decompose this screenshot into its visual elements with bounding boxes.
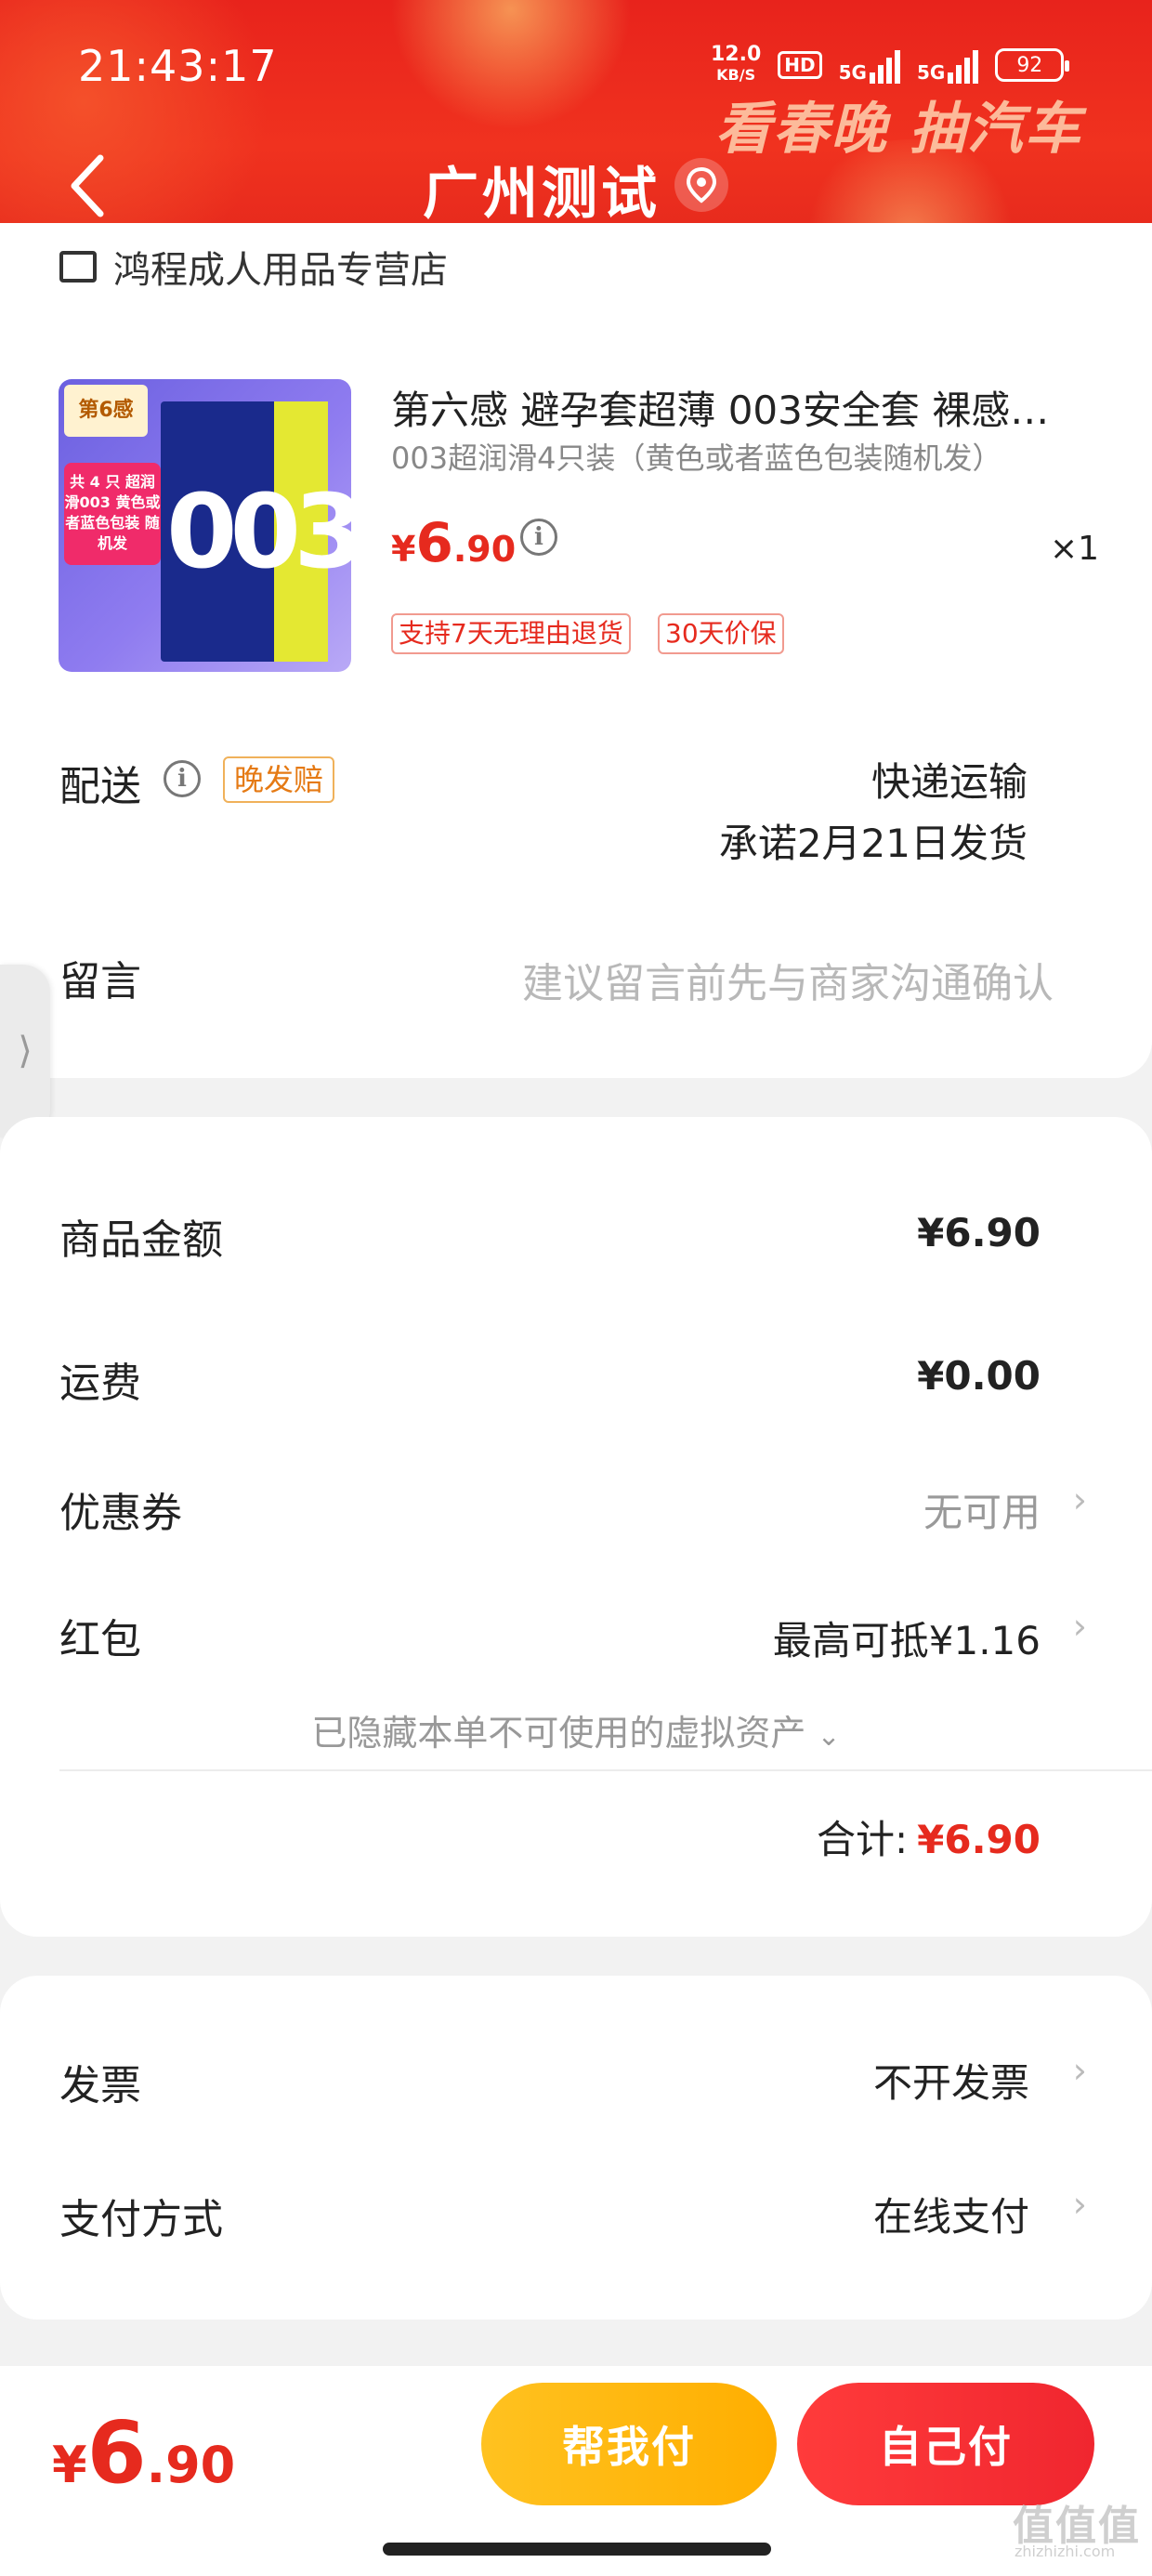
checkout-price: ¥ 6 .90 <box>52 2403 236 2503</box>
late-compensation-badge: 晚发赔 <box>223 756 335 803</box>
product-quantity: ×1 <box>1050 530 1100 568</box>
chevron-down-icon: ⌄ <box>817 1720 841 1753</box>
checkout-bar: ¥ 6 .90 帮我付 自己付 值值值 zhizhizhi.com <box>0 2366 1152 2576</box>
goods-amount-value: ¥6.90 <box>917 1210 1041 1255</box>
payment-method-value[interactable]: 在线支付 <box>873 2186 1029 2242</box>
divider <box>59 1769 1152 1771</box>
invoice-label: 发票 <box>59 2062 141 2109</box>
side-drawer-handle[interactable]: ⟩ <box>0 965 50 1137</box>
page-title: 广州测试 <box>423 162 661 227</box>
status-icons: 12.0 KB/S HD 5G 5G 92 <box>711 43 1070 85</box>
back-button[interactable] <box>61 149 117 223</box>
delivery-label: 配送 <box>59 763 141 810</box>
network-speed: 12.0 KB/S <box>711 43 762 85</box>
location-button[interactable] <box>674 158 728 212</box>
product-spec[interactable]: 003超润滑4只装（黄色或者蓝色包装随机发） <box>391 435 1001 478</box>
back-chevron-icon <box>71 154 104 217</box>
product-number: 003 <box>166 472 351 591</box>
product-box: 003 <box>161 401 351 662</box>
store-name: 鸿程成人用品专营店 <box>113 249 448 292</box>
product-price: ¥ 6 .90 <box>391 511 517 574</box>
status-time: 21:43:17 <box>78 41 278 91</box>
brand-logo: 第6感 <box>64 385 148 437</box>
redpacket-label: 红包 <box>59 1616 141 1663</box>
product-image[interactable]: 第6感 共 4 只 超润滑003 黄色或者蓝色包装 随机发 003 <box>59 379 351 672</box>
location-pin-icon <box>686 166 717 204</box>
hidden-assets-toggle[interactable]: 已隐藏本单不可使用的虚拟资产 ⌄ <box>0 1704 1152 1755</box>
order-total: 合计: ¥6.90 <box>817 1808 1041 1865</box>
store-header[interactable]: 鸿程成人用品专营店 <box>59 240 448 294</box>
delivery-promise: 承诺2月21日发货 <box>718 821 1028 866</box>
battery-icon: 92 <box>995 48 1070 82</box>
self-pay-button[interactable]: 自己付 <box>797 2383 1094 2505</box>
store-icon <box>59 251 97 283</box>
return-policy-tag: 支持7天无理由退货 <box>391 613 631 654</box>
help-pay-button[interactable]: 帮我付 <box>481 2383 777 2505</box>
product-image-tag: 共 4 只 超润滑003 黄色或者蓝色包装 随机发 <box>64 463 161 565</box>
chevron-right-icon[interactable]: › <box>1073 2184 1087 2225</box>
invoice-payment-card: 发票 不开发票 › 支付方式 在线支付 › <box>0 1976 1152 2320</box>
product-title[interactable]: 第六感 避孕套超薄 003安全套 裸感… <box>391 379 1097 436</box>
shipping-label: 运费 <box>59 1360 141 1407</box>
message-input[interactable]: 建议留言前先与商家沟通确认 <box>522 950 1054 1009</box>
payment-method-label: 支付方式 <box>59 2196 223 2243</box>
coupon-value[interactable]: 无可用 <box>923 1481 1041 1538</box>
message-label: 留言 <box>59 958 141 1005</box>
order-card: 鸿程成人用品专营店 第6感 共 4 只 超润滑003 黄色或者蓝色包装 随机发 … <box>0 223 1152 1078</box>
price-info-icon[interactable]: i <box>520 519 557 556</box>
chevron-right-icon[interactable]: › <box>1073 1479 1087 1520</box>
watermark-url: zhizhizhi.com <box>1015 2543 1116 2560</box>
shipping-value: ¥0.00 <box>917 1353 1041 1399</box>
promo-banner[interactable]: 看春晚 抽汽车 <box>715 84 1082 164</box>
invoice-value[interactable]: 不开发票 <box>873 2052 1029 2109</box>
signal-icon: 5G <box>917 46 979 84</box>
total-value: ¥6.90 <box>917 1817 1041 1862</box>
chevron-right-icon[interactable]: › <box>1073 2050 1087 2091</box>
signal-icon: 5G <box>839 46 900 84</box>
goods-amount-label: 商品金额 <box>59 1216 223 1264</box>
total-label: 合计: <box>816 1817 909 1862</box>
price-summary-card: 商品金额 ¥6.90 运费 ¥0.00 优惠券 无可用 › 红包 最高可抵¥1.… <box>0 1117 1152 1937</box>
price-protect-tag: 30天价保 <box>658 613 784 654</box>
hd-badge: HD <box>778 51 822 79</box>
coupon-label: 优惠券 <box>59 1490 182 1537</box>
delivery-info-icon[interactable]: i <box>164 760 201 797</box>
redpacket-value[interactable]: 最高可抵¥1.16 <box>773 1610 1041 1666</box>
chevron-right-icon[interactable]: › <box>1073 1606 1087 1647</box>
delivery-method[interactable]: 快递运输 <box>871 751 1028 808</box>
home-indicator[interactable] <box>383 2543 771 2556</box>
